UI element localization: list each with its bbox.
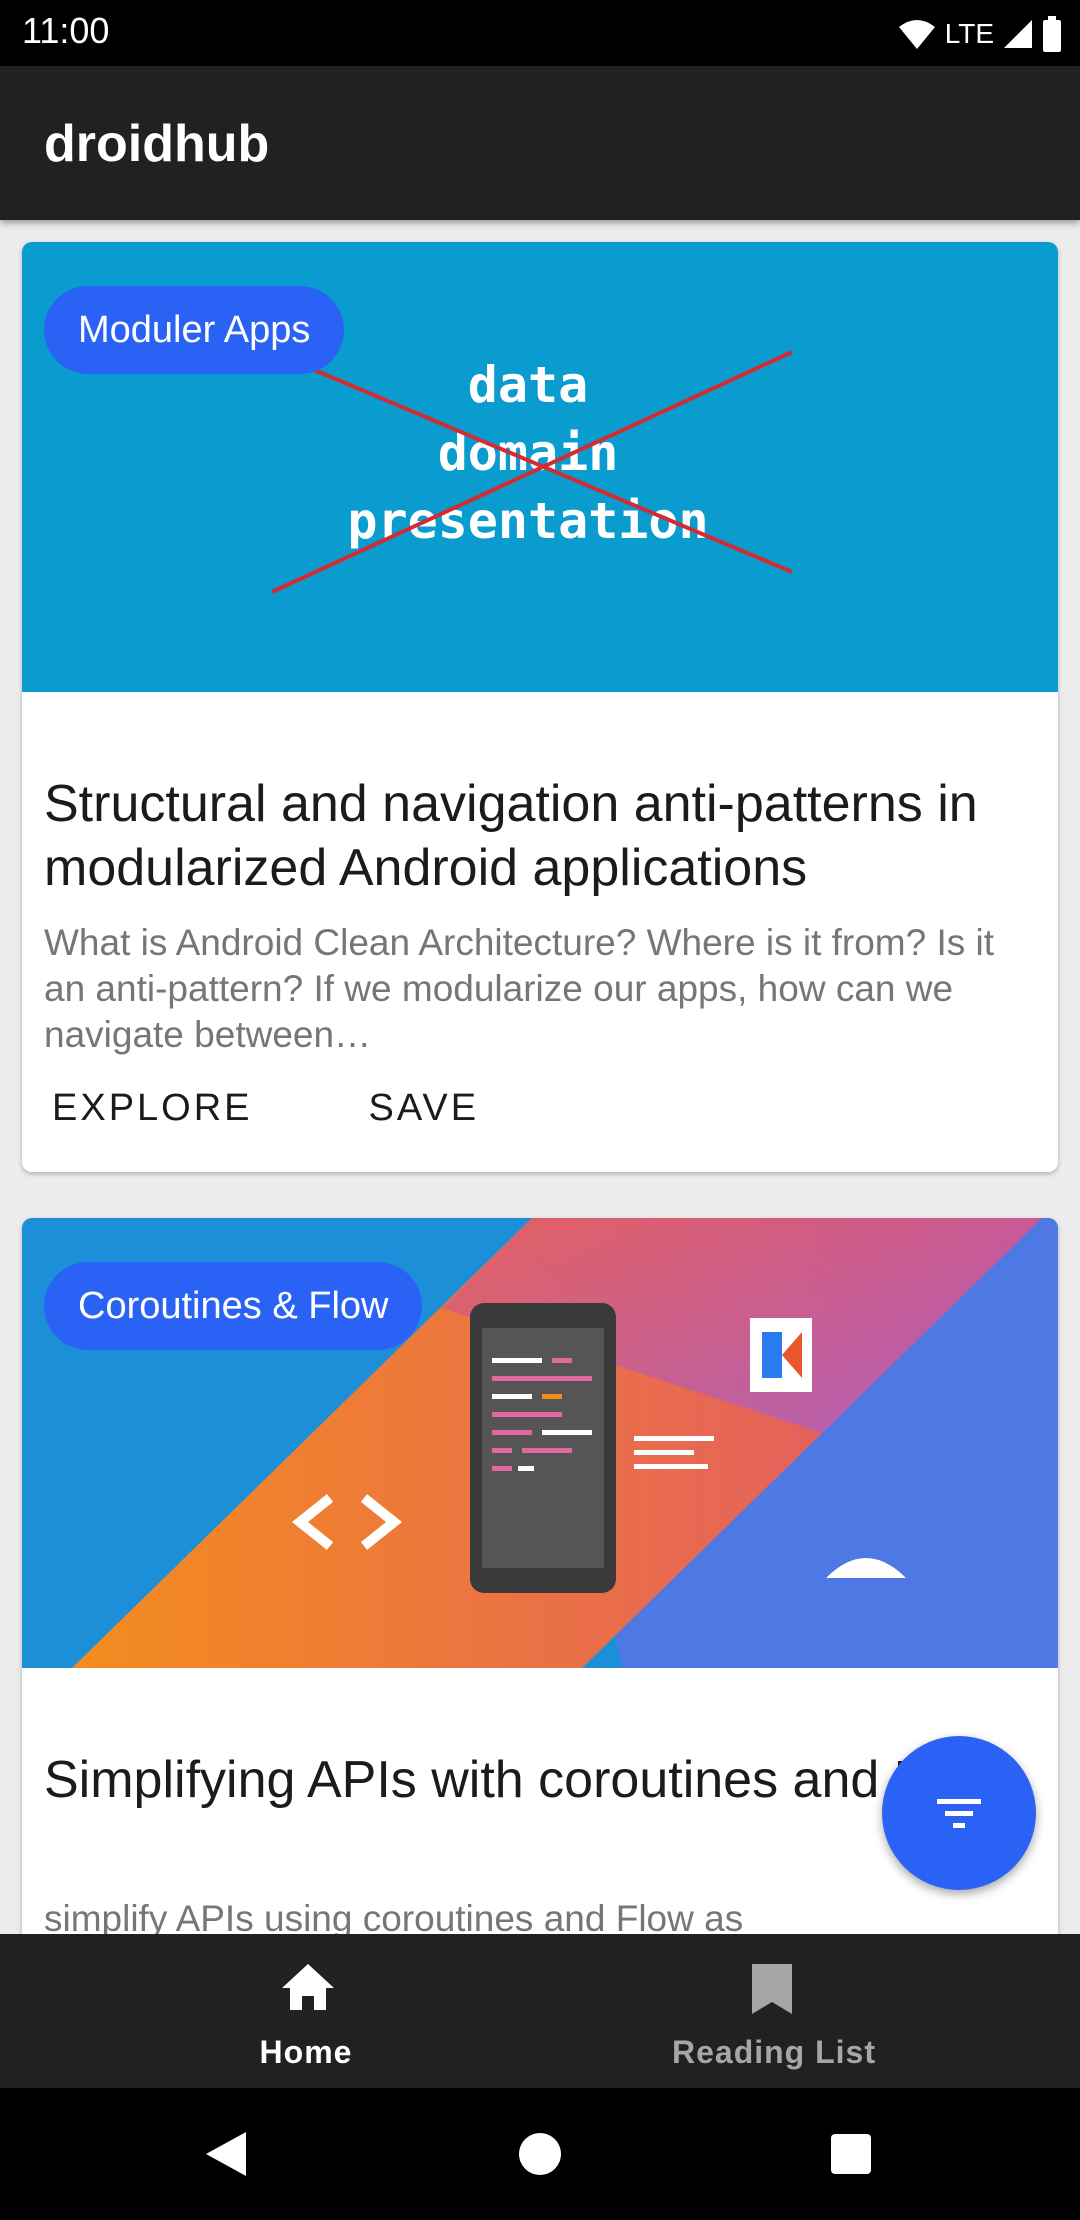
network-type: LTE xyxy=(944,18,994,49)
article-banner-image: data domain presentation Moduler Apps xyxy=(22,242,1058,692)
app-title: droidhub xyxy=(44,115,270,173)
nav-label-home: Home xyxy=(259,2034,353,2070)
article-card[interactable]: data domain presentation Moduler Apps St… xyxy=(22,242,1058,1172)
home-circle-icon[interactable] xyxy=(518,2132,562,2176)
nav-item-reading-list[interactable]: Reading List xyxy=(504,1934,1044,2088)
banner-word: data xyxy=(468,356,588,414)
article-banner-image: Coroutines & Flow xyxy=(22,1218,1058,1668)
nav-item-home[interactable]: Home xyxy=(36,1934,576,2088)
home-icon xyxy=(282,1964,334,2010)
category-chip[interactable]: Coroutines & Flow xyxy=(44,1262,423,1350)
article-description: simplify APIs using coroutines and Flow … xyxy=(44,1898,744,1934)
status-time: 11:00 xyxy=(22,10,110,51)
filter-fab[interactable] xyxy=(882,1736,1036,1890)
system-navigation-bar xyxy=(0,2088,1080,2220)
bookmark-icon xyxy=(752,1964,792,2014)
status-bar: 11:00 LTE xyxy=(0,0,1080,66)
card-actions: EXPLORE SAVE xyxy=(44,1087,587,1130)
filter-icon xyxy=(937,1799,981,1828)
status-icons: LTE xyxy=(897,12,1062,56)
battery-icon xyxy=(1043,16,1061,52)
app-bar: droidhub xyxy=(0,66,1080,220)
article-title: Structural and navigation anti-patterns … xyxy=(44,775,978,897)
article-description: What is Android Clean Architecture? Wher… xyxy=(44,922,995,1055)
wifi-icon xyxy=(898,20,935,49)
bottom-navigation: Home Reading List xyxy=(0,1934,1080,2088)
signal-icon xyxy=(1004,20,1032,48)
article-feed[interactable]: data domain presentation Moduler Apps St… xyxy=(0,220,1080,1934)
explore-button[interactable]: EXPLORE xyxy=(44,1087,261,1130)
nav-label-reading-list: Reading List xyxy=(671,2034,876,2070)
save-button[interactable]: SAVE xyxy=(361,1087,488,1130)
banner-word: presentation xyxy=(347,492,708,550)
back-icon[interactable] xyxy=(204,2130,248,2178)
category-chip[interactable]: Moduler Apps xyxy=(44,286,345,374)
recents-icon[interactable] xyxy=(830,2133,872,2175)
